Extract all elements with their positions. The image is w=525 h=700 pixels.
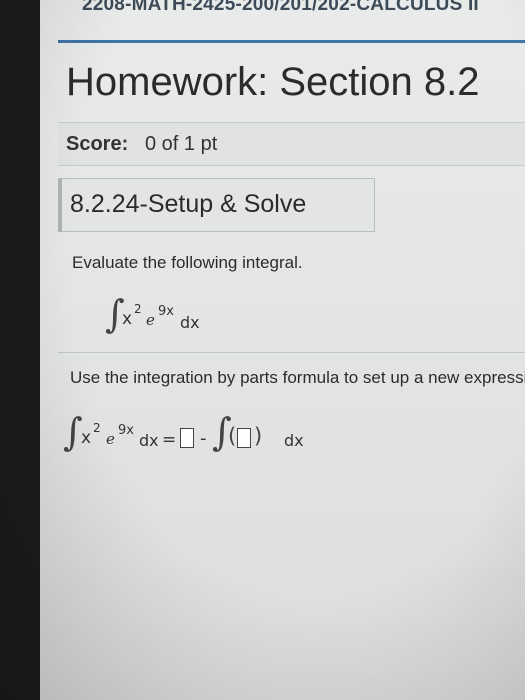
setup-dx-left: dx: [139, 431, 159, 450]
question-header: 8.2.24-Setup & Solve: [58, 178, 375, 232]
minus-sign: -: [200, 428, 207, 449]
integrand-power: 2: [134, 302, 142, 316]
score-label: Score:: [66, 133, 129, 155]
integrand-base: x: [122, 309, 133, 329]
integral-sign-left: ∫: [63, 410, 83, 454]
section-divider: [58, 352, 525, 353]
score-value: 0 of 1 pt: [145, 133, 218, 155]
answer-box-uv[interactable]: [180, 428, 194, 448]
close-paren: ): [254, 424, 263, 448]
equals-sign: =: [162, 430, 177, 450]
score-bar: Score: 0 of 1 pt: [58, 122, 525, 166]
setup-base: x: [81, 428, 92, 448]
open-paren: (: [228, 424, 237, 448]
setup-power: 2: [93, 421, 101, 435]
answer-box-vdu[interactable]: [237, 428, 251, 448]
setup-exponent: 9x: [118, 423, 134, 438]
setup-dx-right: dx: [284, 431, 304, 450]
setup-e: e: [106, 430, 115, 448]
homework-title: Homework: Section 8.2: [66, 60, 480, 104]
question-id: 8.2.24-Setup & Solve: [70, 190, 307, 218]
course-title: 2208-MATH-2425-200/201/202-CALCULUS II: [82, 0, 479, 15]
integrand-e: e: [146, 311, 155, 329]
header-divider: [58, 40, 525, 43]
integrand-exponent: 9x: [158, 304, 174, 319]
question-prompt: Evaluate the following integral.: [72, 253, 303, 272]
homework-page: 2208-MATH-2425-200/201/202-CALCULUS II H…: [40, 0, 525, 700]
integral-dx: dx: [180, 313, 200, 332]
instruction-text: Use the integration by parts formula to …: [70, 368, 525, 387]
